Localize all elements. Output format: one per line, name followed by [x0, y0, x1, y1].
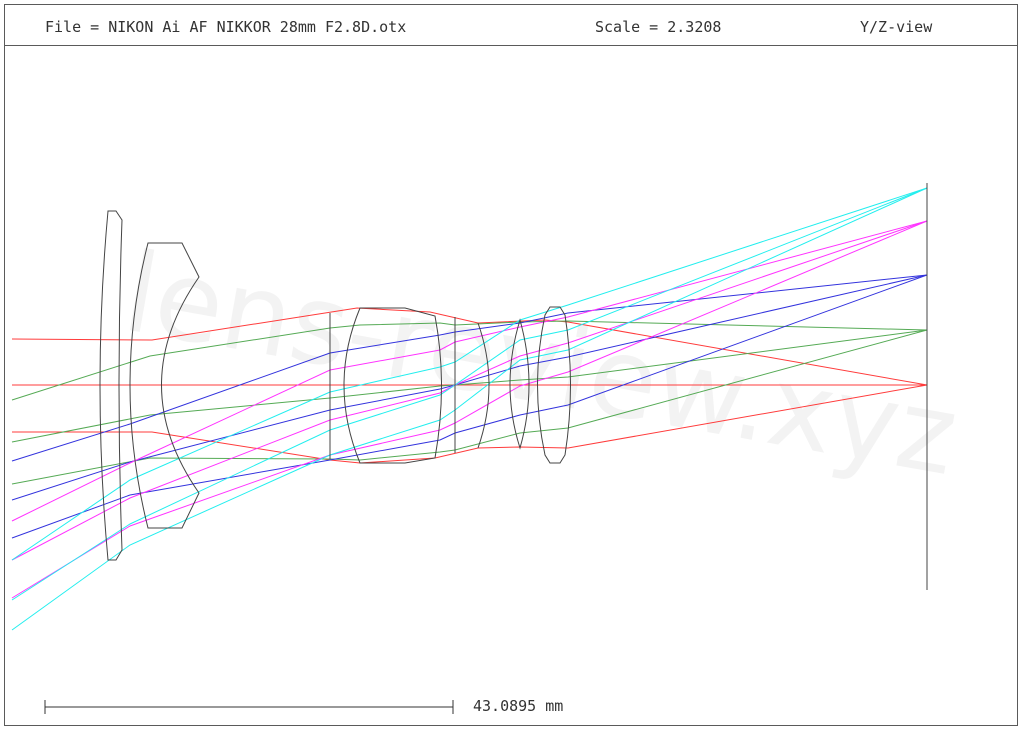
ray-blue-1	[11, 274, 928, 462]
ray-blue-2	[11, 274, 928, 501]
ray-magenta-1	[11, 220, 928, 522]
scale-bar-label: 43.0895 mm	[473, 697, 564, 715]
ray-red-upper	[11, 307, 928, 386]
ray-bundle-green	[11, 320, 928, 485]
ray-bundle-blue	[11, 274, 928, 539]
ray-magenta-2	[11, 220, 928, 561]
ray-green-2	[11, 329, 928, 443]
ray-cyan-1	[11, 187, 928, 561]
scale-bar	[44, 700, 454, 714]
lens-ray-diagram	[11, 183, 928, 714]
ray-bundle-red	[11, 307, 928, 464]
ray-blue-3	[11, 274, 928, 539]
ray-red-lower	[12, 384, 928, 464]
